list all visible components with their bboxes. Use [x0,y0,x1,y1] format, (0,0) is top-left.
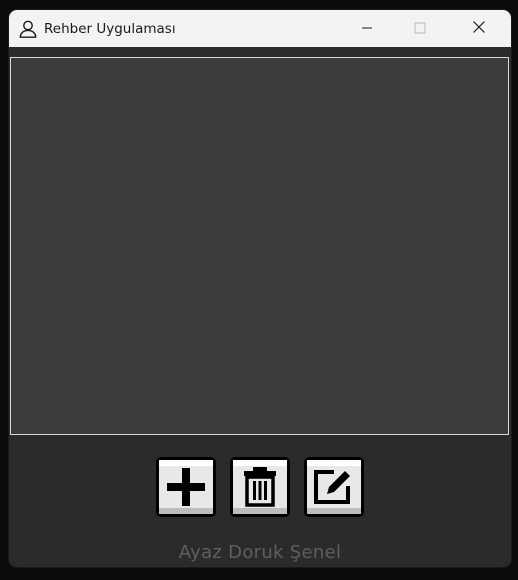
close-icon [472,19,486,38]
add-icon [156,457,216,517]
author-credit: Ayaz Doruk Şenel [178,542,342,563]
person-icon [18,19,38,39]
minimize-icon [361,19,373,38]
title-bar[interactable]: Rehber Uygulaması [9,10,511,47]
trash-icon [230,457,290,517]
edit-contact-button[interactable] [303,456,365,518]
maximize-icon [414,19,426,38]
edit-icon [304,457,364,517]
minimize-button[interactable] [344,10,390,47]
maximize-button[interactable] [397,10,443,47]
delete-contact-button[interactable] [229,456,291,518]
app-window: Rehber Uygulaması Ayaz Doruk Şenel [9,10,511,567]
contact-list[interactable] [10,57,509,435]
window-title: Rehber Uygulaması [44,20,176,37]
add-contact-button[interactable] [155,456,217,518]
close-button[interactable] [456,10,502,47]
